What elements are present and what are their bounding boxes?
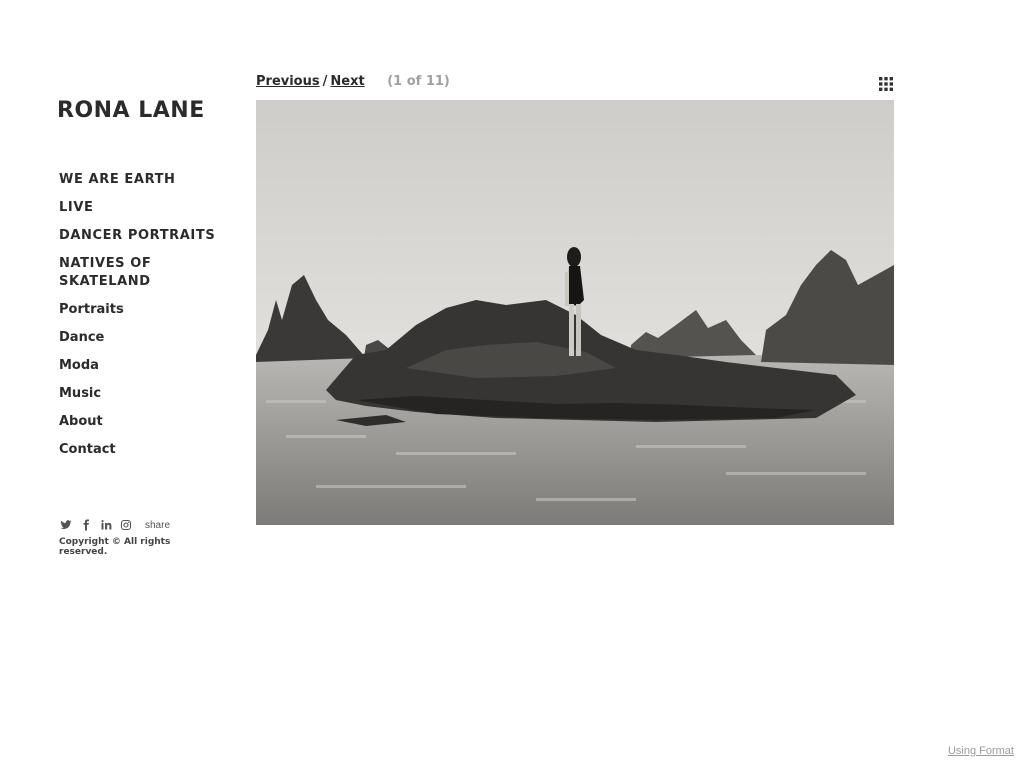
nav-item-dance[interactable]: Dance: [59, 329, 219, 347]
nav-item-contact[interactable]: Contact: [59, 441, 219, 459]
nav-item-moda[interactable]: Moda: [59, 357, 219, 375]
twitter-icon[interactable]: [60, 518, 72, 530]
nav-item-natives-of-skateland[interactable]: NATIVES OF SKATELAND: [59, 255, 219, 291]
nav-item-live[interactable]: LIVE: [59, 199, 219, 217]
previous-link[interactable]: Previous: [256, 74, 320, 89]
nav-item-music[interactable]: Music: [59, 385, 219, 403]
gallery-pagination: Previous / Next (1 of 11): [256, 74, 450, 89]
share-link[interactable]: share: [145, 520, 170, 531]
photo-bw-seascape: [256, 100, 894, 525]
gallery-image[interactable]: [256, 100, 894, 525]
nav-item-dancer-portraits[interactable]: DANCER PORTRAITS: [59, 227, 219, 245]
nav-item-we-are-earth[interactable]: WE ARE EARTH: [59, 171, 219, 189]
copyright-text: Copyright © All rights reserved.: [59, 537, 171, 557]
nav-item-portraits[interactable]: Portraits: [59, 301, 219, 319]
image-counter: (1 of 11): [387, 74, 450, 89]
grid-view-icon[interactable]: [879, 77, 893, 91]
next-link[interactable]: Next: [330, 74, 364, 89]
pagination-separator: /: [322, 74, 328, 89]
using-format-link[interactable]: Using Format: [948, 745, 1014, 757]
facebook-icon[interactable]: [80, 518, 92, 530]
social-links: share: [60, 516, 170, 531]
main-nav: WE ARE EARTH LIVE DANCER PORTRAITS NATIV…: [59, 171, 219, 469]
site-logo[interactable]: RONA LANE: [57, 98, 205, 123]
nav-item-about[interactable]: About: [59, 413, 219, 431]
instagram-icon[interactable]: [120, 518, 132, 530]
linkedin-icon[interactable]: [100, 518, 112, 530]
